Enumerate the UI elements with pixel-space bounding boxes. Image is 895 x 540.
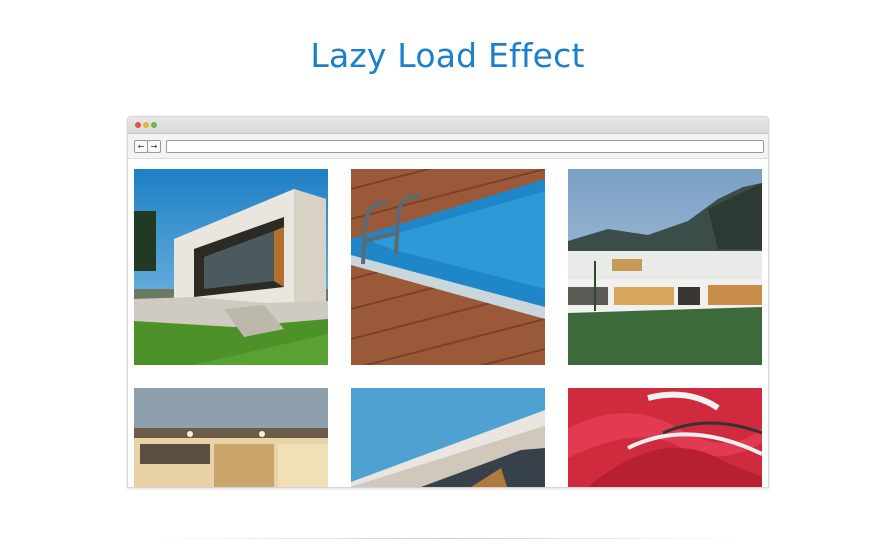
back-button[interactable]: ← [134, 140, 148, 153]
footer-divider [150, 538, 745, 539]
gallery-image-house-lights[interactable] [134, 388, 328, 487]
gallery-image-house-mountains[interactable] [568, 169, 762, 365]
maximize-window-icon[interactable] [151, 122, 157, 128]
gallery-image-pool-deck[interactable] [351, 169, 545, 365]
address-bar[interactable] [166, 140, 764, 153]
gallery-image-red-facade[interactable] [568, 388, 762, 487]
browser-window-mockup: ← → [127, 116, 769, 488]
close-window-icon[interactable] [135, 122, 141, 128]
arrow-right-icon: → [150, 142, 158, 151]
arrow-left-icon: ← [137, 142, 145, 151]
gallery-image-modern-house[interactable] [134, 169, 328, 365]
minimize-window-icon[interactable] [143, 122, 149, 128]
page-title: Lazy Load Effect [310, 36, 585, 75]
image-gallery [128, 159, 768, 487]
browser-toolbar: ← → [128, 134, 768, 159]
forward-button[interactable]: → [147, 140, 161, 153]
gallery-image-roof-sky[interactable] [351, 388, 545, 487]
browser-titlebar [128, 117, 768, 134]
